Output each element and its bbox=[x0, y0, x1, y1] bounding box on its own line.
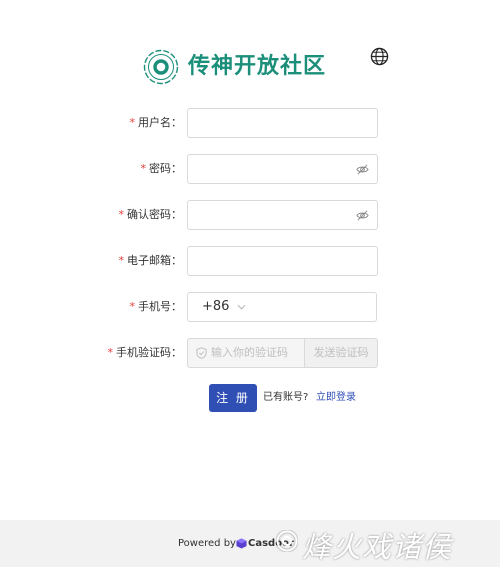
casdoor-logo-icon[interactable] bbox=[236, 538, 247, 549]
required-mark: * bbox=[140, 162, 147, 175]
globe-icon[interactable] bbox=[370, 47, 389, 66]
phone-code-label: * 手机验证码： bbox=[107, 346, 183, 359]
password-label: * 密码： bbox=[140, 162, 183, 175]
logo-icon bbox=[143, 49, 179, 85]
confirm-password-row: * 确认密码： bbox=[0, 200, 500, 230]
send-code-button[interactable]: 发送验证码 bbox=[304, 338, 378, 368]
required-mark: * bbox=[118, 208, 125, 221]
required-mark: * bbox=[118, 254, 125, 267]
register-button[interactable]: 注 册 bbox=[209, 384, 257, 412]
eye-invisible-icon[interactable] bbox=[356, 209, 369, 222]
verification-code-input[interactable]: 输入你的验证码 bbox=[187, 338, 305, 368]
powered-by-text: Powered by bbox=[178, 538, 236, 549]
phone-input[interactable] bbox=[253, 292, 377, 322]
required-mark: * bbox=[107, 346, 114, 359]
required-mark: * bbox=[129, 300, 136, 313]
shield-icon bbox=[196, 347, 207, 359]
confirm-password-label: * 确认密码： bbox=[118, 208, 183, 221]
app-title: 传神开放社区 bbox=[188, 54, 327, 79]
phone-row: * 手机号： +86 bbox=[0, 292, 500, 322]
country-code-value: +86 bbox=[202, 299, 230, 314]
username-input[interactable] bbox=[187, 108, 378, 138]
required-mark: * bbox=[129, 116, 136, 129]
username-row: * 用户名： bbox=[0, 108, 500, 138]
password-row: * 密码： bbox=[0, 154, 500, 184]
phone-code-row: * 手机验证码： 输入你的验证码 发送验证码 bbox=[0, 338, 500, 368]
email-input[interactable] bbox=[187, 246, 378, 276]
username-label: * 用户名： bbox=[129, 116, 183, 129]
confirm-password-input[interactable] bbox=[187, 200, 378, 230]
password-input[interactable] bbox=[187, 154, 378, 184]
have-account-text: 已有账号? bbox=[263, 392, 309, 403]
eye-invisible-icon[interactable] bbox=[356, 163, 369, 176]
phone-label: * 手机号： bbox=[129, 300, 183, 313]
watermark-icon bbox=[276, 530, 298, 552]
watermark-text: 烽火戏诸侯 bbox=[302, 530, 453, 564]
verification-code-placeholder: 输入你的验证码 bbox=[211, 346, 288, 359]
email-row: * 电子邮箱： bbox=[0, 246, 500, 276]
chevron-down-icon bbox=[237, 304, 246, 310]
country-code-select[interactable]: +86 bbox=[187, 292, 255, 322]
app-logo: 传神开放社区 bbox=[143, 49, 326, 85]
login-link[interactable]: 立即登录 bbox=[316, 384, 356, 412]
email-label: * 电子邮箱： bbox=[118, 254, 183, 267]
